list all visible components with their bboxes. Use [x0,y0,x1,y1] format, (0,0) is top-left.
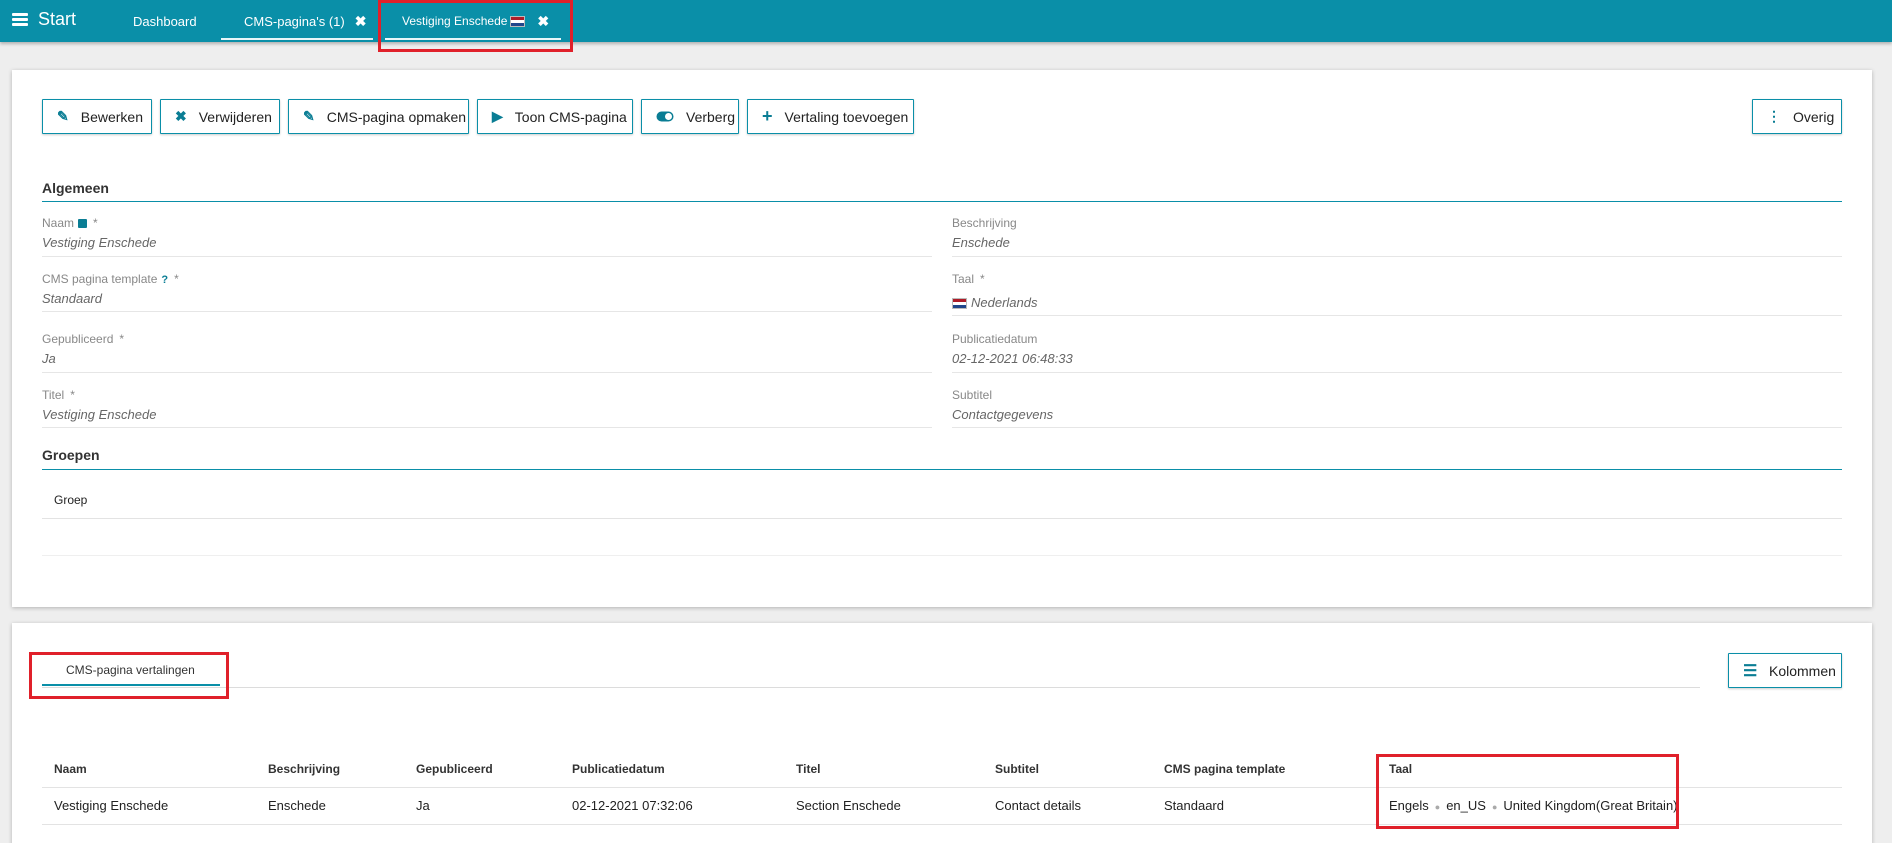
button-label: Vertaling toevoegen [784,108,909,125]
button-label: CMS-pagina opmaken [326,108,467,125]
play-icon: ▶ [492,108,503,124]
field-label-taal: Taal * [952,272,985,286]
column-header-titel[interactable]: Titel [796,762,820,776]
table-divider [42,824,1842,825]
button-label: Overig [1793,108,1835,125]
column-header-beschrijving[interactable]: Beschrijving [268,762,340,776]
tab-underline [42,684,220,686]
pencil-icon: ✎ [303,108,315,124]
netherlands-flag-icon [510,15,526,27]
tab-underline [221,38,373,40]
field-value-titel: Vestiging Enschede [42,407,157,422]
netherlands-flag-icon [952,298,967,310]
tab-label: CMS-pagina vertalingen [66,663,195,677]
table-divider [42,555,1842,556]
button-label: Toon CMS-pagina [514,108,627,125]
column-header-subtitel[interactable]: Subtitel [995,762,1039,776]
show-cms-page-button[interactable]: ▶ Toon CMS-pagina [477,99,633,134]
field-value-taal: Nederlands [952,295,1038,310]
cell-beschrijving: Enschede [268,798,326,813]
tab-label: Vestiging Enschede [402,14,508,28]
hamburger-icon [12,11,28,28]
field-underline [42,372,932,373]
field-label-publicatiedatum: Publicatiedatum [952,332,1038,346]
book-icon [78,219,88,229]
field-label-gepubliceerd: Gepubliceerd * [42,332,125,346]
close-icon[interactable]: ✖ [355,13,367,30]
cell-naam: Vestiging Enschede [54,798,169,813]
field-label-naam: Naam * [42,216,98,230]
edit-button[interactable]: ✎ Bewerken [42,99,152,134]
tab-bar-line [42,687,1700,688]
groups-column-header: Groep [54,493,88,507]
hide-button[interactable]: Verberg [641,99,739,134]
vertical-ellipsis-icon: ⋮ [1767,108,1781,124]
column-header-naam[interactable]: Naam [54,762,87,776]
close-icon[interactable]: ✖ [537,13,549,30]
field-value-gepubliceerd: Ja [42,351,56,366]
section-divider [42,201,1842,202]
field-label-template: CMS pagina template? * [42,272,179,286]
section-title-general: Algemeen [42,180,109,196]
tab-vestiging-enschede[interactable]: Vestiging Enschede ✖ [402,0,549,42]
button-label: Bewerken [80,108,143,125]
cell-gepubliceerd: Ja [416,798,430,813]
button-label: Verwijderen [198,108,272,125]
table-header-divider [42,787,1842,788]
tab-cms-page-translations[interactable]: CMS-pagina vertalingen [66,660,195,680]
top-bar: Start Dashboard CMS-pagina's (1) ✖ Vesti… [0,0,1892,42]
times-icon: ✖ [175,108,187,124]
field-underline [952,372,1842,373]
field-underline [42,311,932,312]
cell-taal: Engels ● en_US ● United Kingdom(Great Britai… [1389,798,1678,813]
column-header-template[interactable]: CMS pagina template [1164,762,1285,776]
start-menu-button[interactable]: Start [12,9,76,30]
cell-titel: Section Enschede [796,798,901,813]
field-value-template: Standaard [42,291,102,306]
field-value-publicatiedatum: 02-12-2021 06:48:33 [952,351,1073,366]
cell-publicatiedatum: 02-12-2021 07:32:06 [572,798,693,813]
more-button[interactable]: ⋮ Overig [1752,99,1842,134]
field-value-beschrijving: Enschede [952,235,1010,250]
field-underline [952,315,1842,316]
tab-label: Dashboard [133,13,197,29]
table-divider [42,518,1842,519]
field-underline [42,256,932,257]
plus-icon: + [762,106,773,126]
field-label-beschrijving: Beschrijving [952,216,1017,230]
delete-button[interactable]: ✖ Verwijderen [160,99,280,134]
column-header-publicatiedatum[interactable]: Publicatiedatum [572,762,665,776]
field-underline [952,427,1842,428]
cms-page-layout-button[interactable]: ✎ CMS-pagina opmaken [288,99,469,134]
tab-underline [385,38,561,40]
field-label-subtitel: Subtitel [952,388,993,402]
columns-button[interactable]: ☰ Kolommen [1728,653,1842,688]
section-title-groups: Groepen [42,447,100,463]
start-label: Start [38,9,77,29]
cell-subtitel: Contact details [995,798,1081,813]
cell-template: Standaard [1164,798,1224,813]
button-label: Kolommen [1769,662,1836,679]
toggle-icon [656,109,674,125]
column-header-gepubliceerd[interactable]: Gepubliceerd [416,762,493,776]
field-label-titel: Titel * [42,388,75,402]
detail-card [12,70,1872,607]
tab-cms-paginas[interactable]: CMS-pagina's (1) ✖ [244,0,366,42]
field-underline [42,427,932,428]
button-label: Verberg [686,108,736,125]
field-value-naam: Vestiging Enschede [42,235,157,250]
pencil-icon: ✎ [57,108,69,124]
tab-label: CMS-pagina's (1) [244,13,345,29]
list-icon: ☰ [1743,662,1758,680]
help-icon[interactable]: ? [161,274,168,286]
add-translation-button[interactable]: + Vertaling toevoegen [747,99,914,134]
field-underline [952,256,1842,257]
section-divider [42,469,1842,470]
column-header-taal[interactable]: Taal [1389,762,1412,776]
tab-dashboard[interactable]: Dashboard [133,0,197,42]
field-value-subtitel: Contactgegevens [952,407,1054,422]
